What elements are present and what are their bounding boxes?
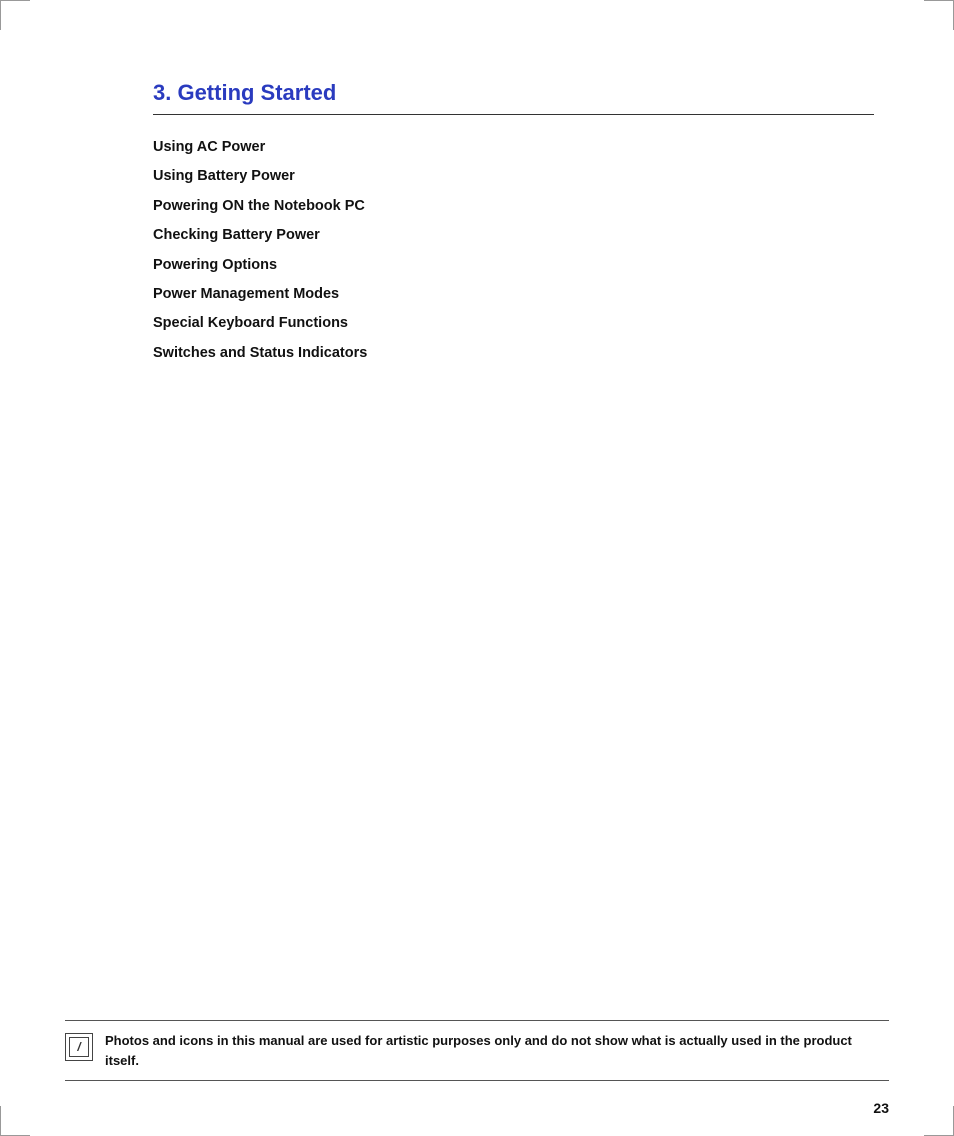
- list-item: Power Management Modes: [153, 280, 874, 309]
- list-item: Special Keyboard Functions: [153, 309, 874, 338]
- page-content: 3. Getting Started Using AC Power Using …: [153, 80, 874, 1056]
- page-number: 23: [873, 1100, 889, 1116]
- corner-mark-top-left: [0, 0, 30, 30]
- list-item: Powering Options: [153, 251, 874, 280]
- note-divider-top: [65, 1020, 889, 1021]
- list-item: Using AC Power: [153, 133, 874, 162]
- list-item: Using Battery Power: [153, 162, 874, 191]
- bottom-note: / Photos and icons in this manual are us…: [65, 1020, 889, 1081]
- note-text: Photos and icons in this manual are used…: [105, 1031, 889, 1070]
- corner-mark-bottom-left: [0, 1106, 30, 1136]
- list-item: Switches and Status Indicators: [153, 339, 874, 368]
- note-icon: /: [65, 1033, 93, 1061]
- chapter-title: 3. Getting Started: [153, 80, 874, 106]
- corner-mark-top-right: [924, 0, 954, 30]
- list-item: Checking Battery Power: [153, 221, 874, 250]
- list-item: Powering ON the Notebook PC: [153, 192, 874, 221]
- note-divider-bottom: [65, 1080, 889, 1081]
- note-content: / Photos and icons in this manual are us…: [65, 1031, 889, 1070]
- toc-list: Using AC Power Using Battery Power Power…: [153, 133, 874, 368]
- note-icon-symbol: /: [77, 1040, 80, 1054]
- corner-mark-bottom-right: [924, 1106, 954, 1136]
- title-divider: [153, 114, 874, 115]
